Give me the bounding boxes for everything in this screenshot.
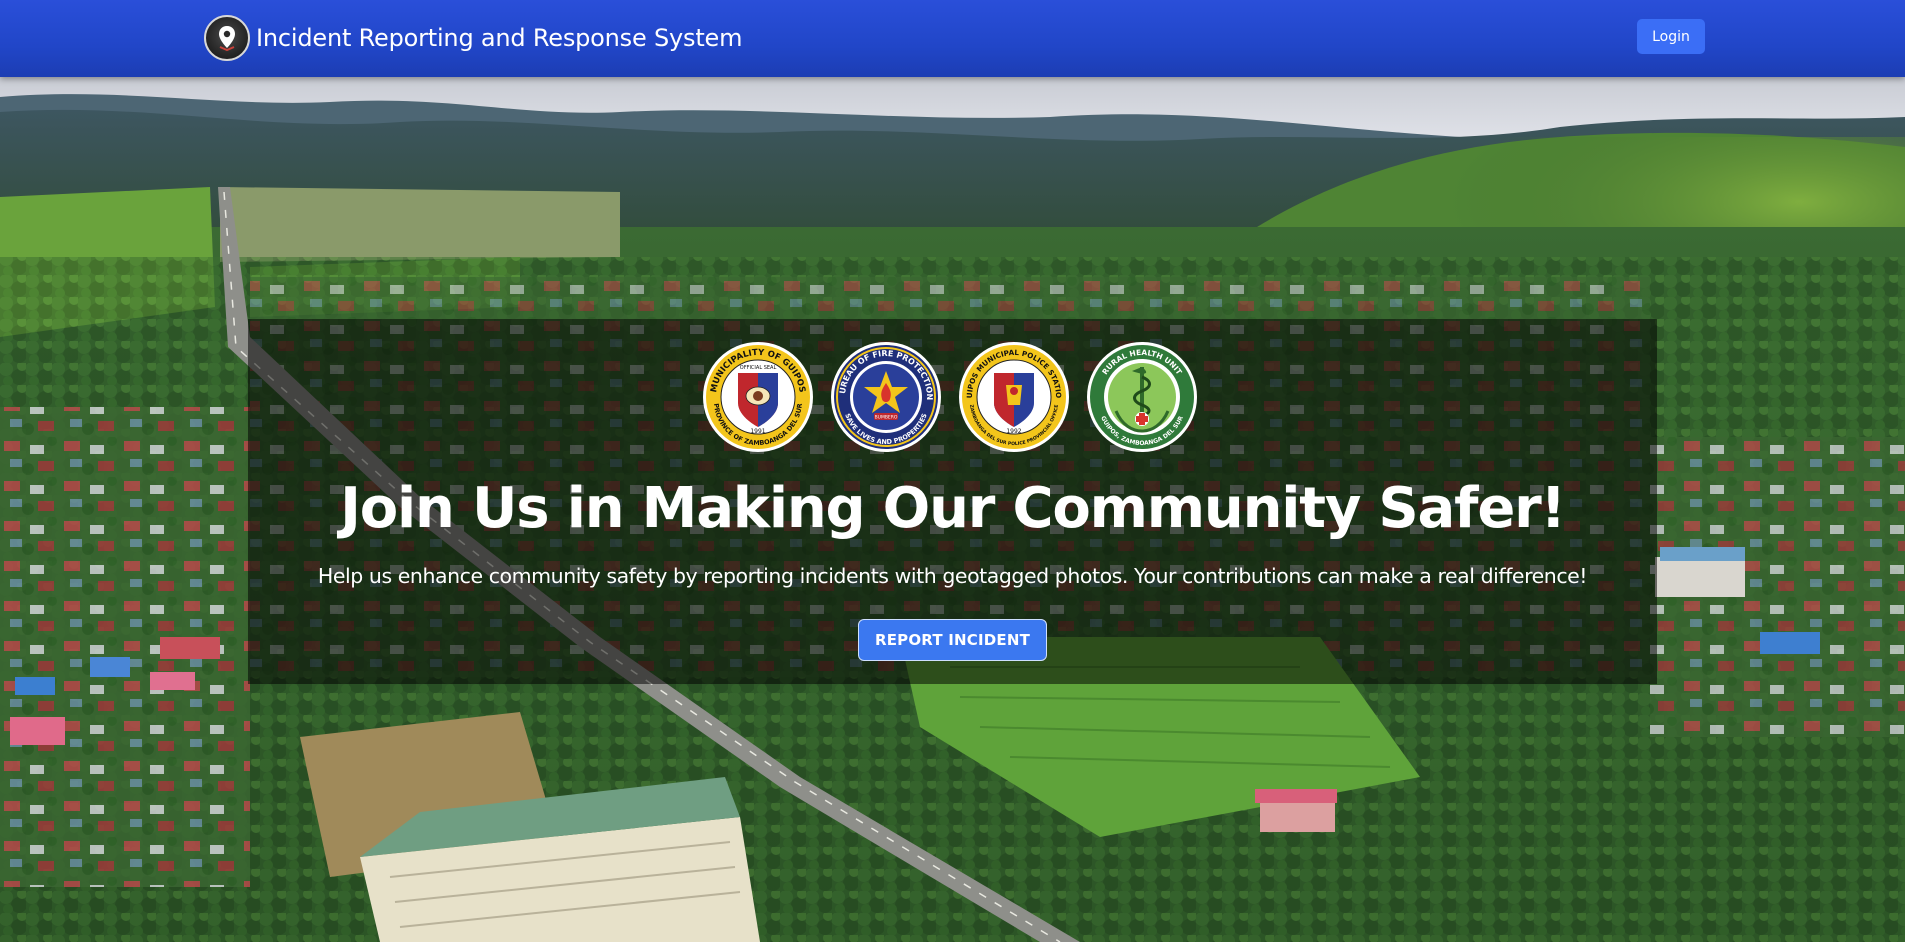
svg-text:OFFICIAL SEAL: OFFICIAL SEAL bbox=[739, 365, 776, 371]
hero-title: Join Us in Making Our Community Safer! bbox=[340, 476, 1566, 541]
top-navbar: Incident Reporting and Response System L… bbox=[0, 0, 1905, 77]
agency-seals: MUNICIPALITY OF GUIPOS PROVINCE OF ZAMBO… bbox=[245, 341, 1654, 453]
location-pin-shield-icon bbox=[204, 15, 250, 61]
svg-text:BUMBERO: BUMBERO bbox=[874, 415, 897, 421]
rural-health-unit-seal: RURAL HEALTH UNIT GUIPOS, ZAMBOANGA DEL … bbox=[1086, 342, 1197, 452]
landing-page: Incident Reporting and Response System L… bbox=[0, 0, 1905, 942]
guipos-municipal-police-station-seal: GUIPOS MUNICIPAL POLICE STATION ZAMBOANG… bbox=[958, 341, 1069, 452]
login-button[interactable]: Login bbox=[1637, 19, 1705, 54]
hero-card: MUNICIPALITY OF GUIPOS PROVINCE OF ZAMBO… bbox=[248, 319, 1657, 684]
municipality-of-guipos-seal: MUNICIPALITY OF GUIPOS PROVINCE OF ZAMBO… bbox=[702, 342, 813, 452]
svg-text:1992: 1992 bbox=[1006, 428, 1021, 435]
app-title: Incident Reporting and Response System bbox=[256, 24, 743, 52]
hero-subtitle: Help us enhance community safety by repo… bbox=[317, 564, 1588, 588]
bureau-of-fire-protection-seal: BUMBERO BUREAU OF FIRE PROTECTION SAVE L… bbox=[830, 341, 941, 452]
brand[interactable]: Incident Reporting and Response System bbox=[204, 14, 742, 62]
svg-text:1991: 1991 bbox=[750, 428, 765, 435]
report-incident-button[interactable]: REPORT INCIDENT bbox=[858, 619, 1047, 661]
